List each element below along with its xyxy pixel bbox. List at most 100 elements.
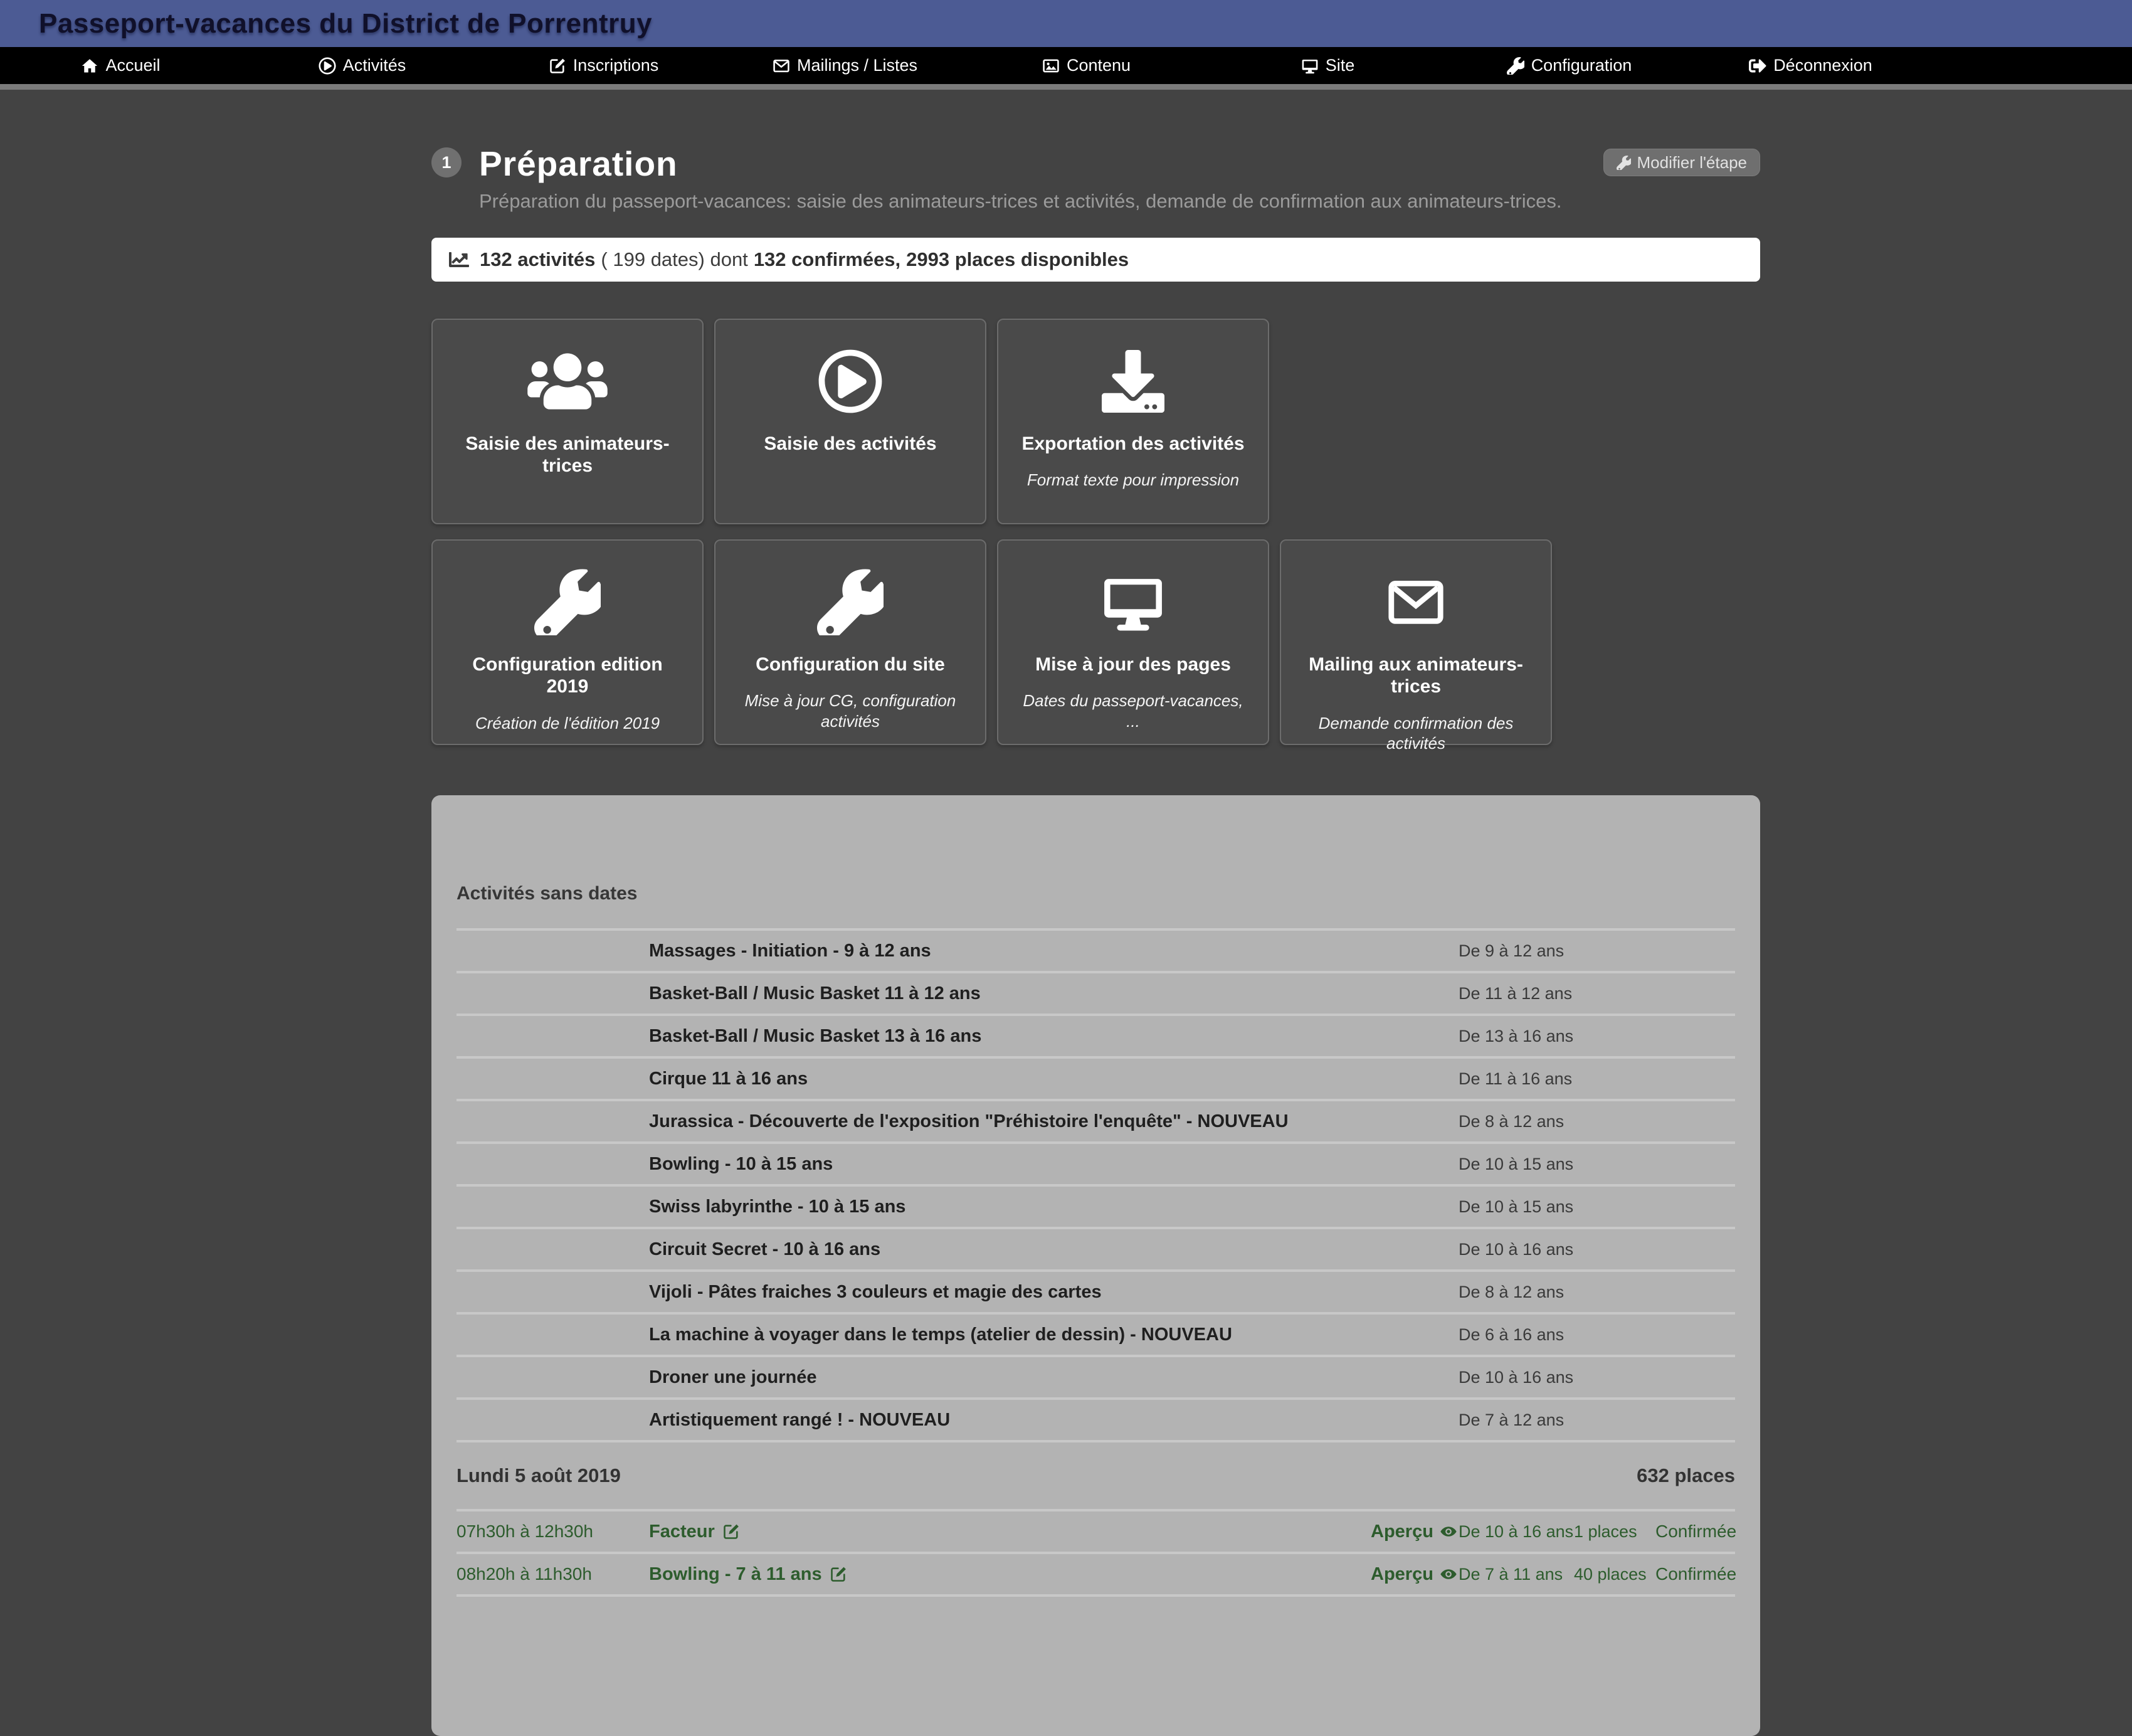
activity-name: Jurassica - Découverte de l'exposition "… bbox=[649, 1111, 1459, 1132]
card-subtitle: Format texte pour impression bbox=[1018, 470, 1248, 490]
nav-label: Déconnexion bbox=[1773, 56, 1872, 75]
card-saisie-animateurs[interactable]: Saisie des animateurs-trices bbox=[431, 319, 704, 524]
nav-label: Configuration bbox=[1531, 56, 1632, 75]
wrench-icon bbox=[817, 562, 884, 642]
step-number-badge: 1 bbox=[431, 147, 462, 177]
play-circle-icon bbox=[319, 57, 336, 75]
activity-name: Vijoli - Pâtes fraiches 3 couleurs et ma… bbox=[649, 1282, 1459, 1303]
eye-icon bbox=[1438, 1523, 1459, 1540]
users-icon bbox=[527, 341, 608, 421]
card-subtitle: Demande confirmation des activités bbox=[1294, 713, 1538, 754]
activity-name: Facteur bbox=[649, 1522, 715, 1542]
card-title: Configuration edition 2019 bbox=[445, 654, 690, 698]
activities-panel: Activités sans dates Massages - Initiati… bbox=[431, 795, 1760, 1736]
nav-item-inscriptions[interactable]: Inscriptions bbox=[483, 47, 724, 84]
nav-label: Site bbox=[1326, 56, 1355, 75]
home-icon bbox=[81, 57, 98, 75]
activity-name-link[interactable]: Facteur bbox=[649, 1522, 1371, 1542]
activity-row: Droner une journée De 10 à 16 ans bbox=[456, 1357, 1735, 1400]
activity-row: Swiss labyrinthe - 10 à 15 ans De 10 à 1… bbox=[456, 1187, 1735, 1229]
card-configuration-site[interactable]: Configuration du site Mise à jour CG, co… bbox=[714, 539, 986, 745]
dated-activity-row: 08h20h à 11h30h Bowling - 7 à 11 ans Ape… bbox=[456, 1554, 1735, 1597]
activity-name-link[interactable]: Bowling - 7 à 11 ans bbox=[649, 1564, 1371, 1585]
card-configuration-edition[interactable]: Configuration edition 2019 Création de l… bbox=[431, 539, 704, 745]
edit-square-icon bbox=[549, 57, 566, 75]
app-header: Passeport-vacances du District de Porren… bbox=[0, 0, 2132, 47]
card-saisie-activites[interactable]: Saisie des activités bbox=[714, 319, 986, 524]
line-chart-icon bbox=[448, 250, 470, 270]
sign-out-icon bbox=[1749, 57, 1766, 75]
activity-time: 08h20h à 11h30h bbox=[456, 1564, 649, 1584]
card-title: Mailing aux animateurs-trices bbox=[1294, 654, 1538, 698]
card-title: Saisie des activités bbox=[759, 433, 941, 455]
activity-name: Massages - Initiation - 9 à 12 ans bbox=[649, 941, 1459, 961]
envelope-icon bbox=[1385, 562, 1447, 642]
step-header: 1 Préparation Modifier l'étape bbox=[431, 144, 1760, 184]
card-exportation-activites[interactable]: Exportation des activités Format texte p… bbox=[997, 319, 1269, 524]
card-subtitle: Création de l'édition 2019 bbox=[467, 713, 668, 734]
activity-row: Circuit Secret - 10 à 16 ans De 10 à 16 … bbox=[456, 1229, 1735, 1272]
activity-name: Circuit Secret - 10 à 16 ans bbox=[649, 1239, 1459, 1260]
edit-icon[interactable] bbox=[722, 1523, 740, 1540]
activity-name: La machine à voyager dans le temps (atel… bbox=[649, 1325, 1459, 1345]
stats-activities: 132 activités bbox=[480, 248, 595, 271]
envelope-icon bbox=[773, 57, 790, 75]
dated-activities-list: 07h30h à 12h30h Facteur Aperçu De 10 à 1… bbox=[456, 1511, 1735, 1597]
play-circle-icon bbox=[818, 341, 883, 421]
main-content: 1 Préparation Modifier l'étape Préparati… bbox=[431, 144, 1760, 1736]
cards-row-2: Configuration edition 2019 Création de l… bbox=[431, 539, 1760, 745]
activity-age-range: De 8 à 12 ans bbox=[1459, 1112, 1735, 1131]
page-title: Préparation bbox=[479, 144, 678, 184]
nav-item-deconnexion[interactable]: Déconnexion bbox=[1690, 47, 1931, 84]
nav-label: Accueil bbox=[105, 56, 160, 75]
activity-time: 07h30h à 12h30h bbox=[456, 1522, 649, 1542]
activity-age-range: De 13 à 16 ans bbox=[1459, 1027, 1735, 1046]
dated-activity-row: 07h30h à 12h30h Facteur Aperçu De 10 à 1… bbox=[456, 1511, 1735, 1554]
status-confirmed: Confirmée bbox=[1655, 1522, 1735, 1542]
nav-item-activites[interactable]: Activités bbox=[241, 47, 483, 84]
activity-row: Bowling - 10 à 15 ans De 10 à 15 ans bbox=[456, 1144, 1735, 1187]
activity-name: Droner une journée bbox=[649, 1367, 1459, 1388]
step-description: Préparation du passeport-vacances: saisi… bbox=[479, 190, 1760, 213]
desktop-icon bbox=[1301, 57, 1319, 75]
activity-name: Bowling - 10 à 15 ans bbox=[649, 1154, 1459, 1175]
nav-label: Activités bbox=[343, 56, 406, 75]
preview-link[interactable]: Aperçu bbox=[1371, 1522, 1459, 1542]
nav-label: Mailings / Listes bbox=[797, 56, 917, 75]
nav-item-configuration[interactable]: Configuration bbox=[1449, 47, 1690, 84]
card-title: Configuration du site bbox=[751, 654, 950, 675]
panel-title: Activités sans dates bbox=[456, 883, 1735, 904]
cards-row-1: Saisie des animateurs-trices Saisie des … bbox=[431, 319, 1760, 524]
wrench-icon bbox=[534, 562, 601, 642]
activity-age-range: De 10 à 16 ans bbox=[1459, 1240, 1735, 1259]
nav-label: Contenu bbox=[1067, 56, 1131, 75]
activity-row: Vijoli - Pâtes fraiches 3 couleurs et ma… bbox=[456, 1272, 1735, 1315]
edit-icon[interactable] bbox=[830, 1565, 847, 1583]
card-mise-a-jour-pages[interactable]: Mise à jour des pages Dates du passeport… bbox=[997, 539, 1269, 745]
nav-label: Inscriptions bbox=[573, 56, 659, 75]
activity-row: Massages - Initiation - 9 à 12 ans De 9 … bbox=[456, 931, 1735, 973]
activity-name: Artistiquement rangé ! - NOUVEAU bbox=[649, 1410, 1459, 1431]
activity-row: Jurassica - Découverte de l'exposition "… bbox=[456, 1101, 1735, 1144]
activity-row: Cirque 11 à 16 ans De 11 à 16 ans bbox=[456, 1059, 1735, 1101]
card-mailing-animateurs[interactable]: Mailing aux animateurs-trices Demande co… bbox=[1280, 539, 1552, 745]
card-subtitle: Dates du passeport-vacances, ... bbox=[1011, 691, 1255, 731]
activity-age-range: De 10 à 16 ans bbox=[1459, 1522, 1574, 1542]
nav-item-site[interactable]: Site bbox=[1207, 47, 1449, 84]
activity-name: Swiss labyrinthe - 10 à 15 ans bbox=[649, 1197, 1459, 1217]
activity-places: 1 places bbox=[1574, 1522, 1655, 1542]
activity-age-range: De 11 à 12 ans bbox=[1459, 984, 1735, 1003]
preview-link[interactable]: Aperçu bbox=[1371, 1564, 1459, 1585]
card-subtitle: Mise à jour CG, configuration activités bbox=[728, 691, 973, 731]
day-section-header: Lundi 5 août 2019 632 places bbox=[456, 1442, 1735, 1511]
nav-list: Accueil Activités Inscriptions Mailings … bbox=[0, 47, 1931, 84]
desktop-icon bbox=[1098, 562, 1168, 642]
edit-step-button[interactable]: Modifier l'étape bbox=[1603, 149, 1761, 176]
nav-item-contenu[interactable]: Contenu bbox=[966, 47, 1207, 84]
activity-name: Cirque 11 à 16 ans bbox=[649, 1069, 1459, 1089]
nav-item-mailings[interactable]: Mailings / Listes bbox=[724, 47, 966, 84]
activity-age-range: De 6 à 16 ans bbox=[1459, 1325, 1735, 1345]
activities-without-dates-list: Massages - Initiation - 9 à 12 ans De 9 … bbox=[456, 928, 1735, 1442]
nav-item-accueil[interactable]: Accueil bbox=[0, 47, 241, 84]
eye-icon bbox=[1438, 1566, 1459, 1582]
